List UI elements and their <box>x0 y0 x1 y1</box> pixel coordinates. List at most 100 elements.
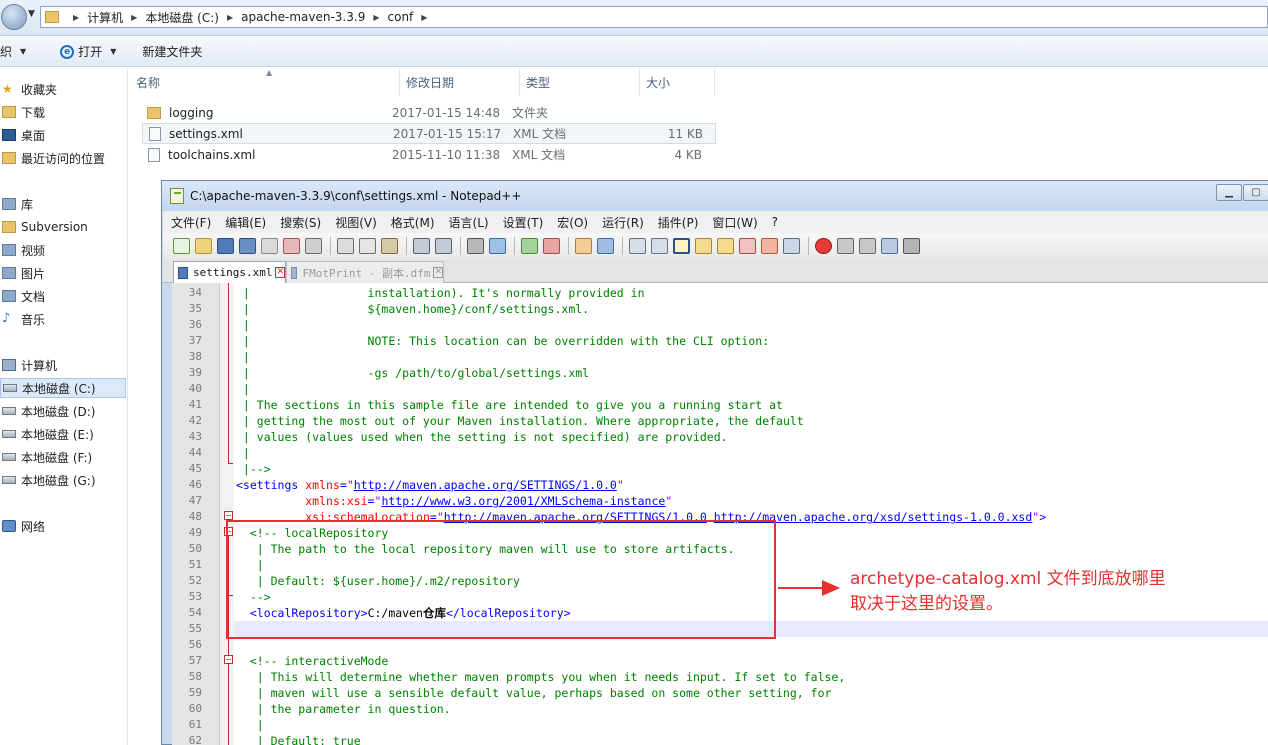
word-wrap-icon[interactable] <box>629 238 646 254</box>
fold-marker-icon[interactable]: − <box>224 511 233 520</box>
window-title-bar[interactable]: C:\apache-maven-3.3.9\conf\settings.xml … <box>162 181 1268 211</box>
nav-drive-g[interactable]: 本地磁盘 (G:) <box>0 470 126 490</box>
menu-window[interactable]: 窗口(W) <box>704 214 763 231</box>
code-line[interactable]: | <box>236 445 250 461</box>
code-line[interactable]: | The sections in this sample file are i… <box>236 397 783 413</box>
monitoring-icon[interactable] <box>783 238 800 254</box>
code-line[interactable]: xmlns:xsi= "http://www.w3.org/2001/XMLSch… <box>236 493 672 509</box>
nav-libraries[interactable]: 库 <box>0 194 126 214</box>
nav-recent[interactable]: 最近访问的位置 <box>0 148 126 168</box>
history-dropdown-icon[interactable]: ▼ <box>28 9 35 19</box>
breadcrumb-maven[interactable]: apache-maven-3.3.9 <box>241 10 365 24</box>
chevron-right-icon[interactable]: ▶ <box>227 13 233 22</box>
sync-vertical-icon[interactable] <box>575 238 592 254</box>
open-button[interactable]: e 打开 ▼ <box>60 43 116 60</box>
replace-icon[interactable] <box>489 238 506 254</box>
nav-music[interactable]: ♪ 音乐 <box>0 309 126 329</box>
nav-desktop[interactable]: 桌面 <box>0 125 126 145</box>
code-line[interactable]: |--> <box>236 461 271 477</box>
breadcrumb-conf[interactable]: conf <box>388 10 414 24</box>
code-line[interactable]: | <box>236 317 250 333</box>
copy-icon[interactable] <box>359 238 376 254</box>
close-file-icon[interactable] <box>261 238 278 254</box>
nav-drive-e[interactable]: 本地磁盘 (E:) <box>0 424 126 444</box>
run-macro-multiple-icon[interactable] <box>881 238 898 254</box>
redo-icon[interactable] <box>435 238 452 254</box>
cut-icon[interactable] <box>337 238 354 254</box>
save-all-icon[interactable] <box>239 238 256 254</box>
column-size[interactable]: 大小 <box>640 68 715 96</box>
nav-drive-d[interactable]: 本地磁盘 (D:) <box>0 401 126 421</box>
zoom-out-icon[interactable] <box>543 238 560 254</box>
code-line[interactable]: <settings xmlns="http://maven.apache.org… <box>236 477 624 493</box>
file-row-settings[interactable]: settings.xml 2017-01-15 15:17 XML 文档 11 … <box>142 123 716 144</box>
doc-map-icon[interactable] <box>717 238 734 254</box>
back-button[interactable] <box>1 4 27 30</box>
menu-plugins[interactable]: 插件(P) <box>650 214 705 231</box>
code-line[interactable]: | <box>236 381 250 397</box>
sync-horizontal-icon[interactable] <box>597 238 614 254</box>
zoom-in-icon[interactable] <box>521 238 538 254</box>
file-row-logging[interactable]: logging 2017-01-15 14:48 文件夹 <box>142 102 716 123</box>
menu-help[interactable]: ? <box>764 215 784 229</box>
organize-button[interactable]: 织 ▼ <box>0 43 26 60</box>
code-line[interactable]: | installation). It's normally provided … <box>236 285 645 301</box>
save-macro-icon[interactable] <box>903 238 920 254</box>
tab-fmotprint-dfm[interactable]: FMotPrint - 副本.dfm ✕ <box>286 261 444 283</box>
print-icon[interactable] <box>305 238 322 254</box>
new-folder-button[interactable]: 新建文件夹 <box>142 43 202 60</box>
menu-run[interactable]: 运行(R) <box>594 214 650 231</box>
column-date[interactable]: 修改日期 <box>400 68 520 96</box>
function-list-icon[interactable] <box>739 238 756 254</box>
menu-view[interactable]: 视图(V) <box>327 214 383 231</box>
maximize-button[interactable]: ▢ <box>1243 184 1268 201</box>
nav-videos[interactable]: 视频 <box>0 240 126 260</box>
nav-favorites[interactable]: ★ 收藏夹 <box>0 79 126 99</box>
nav-drive-f[interactable]: 本地磁盘 (F:) <box>0 447 126 467</box>
code-line[interactable]: | ${maven.home}/conf/settings.xml. <box>236 301 589 317</box>
nav-drive-c[interactable]: 本地磁盘 (C:) <box>0 378 126 398</box>
show-all-chars-icon[interactable] <box>651 238 668 254</box>
new-file-icon[interactable] <box>173 238 190 254</box>
column-name[interactable]: 名称 <box>130 68 400 96</box>
tab-settings-xml[interactable]: settings.xml ✕ <box>173 261 286 283</box>
find-icon[interactable] <box>467 238 484 254</box>
close-icon[interactable]: ✕ <box>275 267 285 278</box>
code-line[interactable]: | -gs /path/to/global/settings.xml <box>236 365 589 381</box>
folder-as-workspace-icon[interactable] <box>761 238 778 254</box>
code-line[interactable]: | This will determine whether maven prom… <box>236 669 846 685</box>
code-line[interactable]: <!-- interactiveMode <box>236 653 388 669</box>
breadcrumb-computer[interactable]: 计算机 <box>87 9 123 26</box>
chevron-right-icon[interactable]: ▶ <box>373 13 379 22</box>
play-macro-icon[interactable] <box>859 238 876 254</box>
code-line[interactable]: | the parameter in question. <box>236 701 451 717</box>
code-line[interactable]: | <box>236 349 250 365</box>
indent-guide-icon[interactable] <box>673 238 690 254</box>
user-language-icon[interactable] <box>695 238 712 254</box>
chevron-right-icon[interactable]: ▶ <box>73 13 79 22</box>
stop-macro-icon[interactable] <box>837 238 854 254</box>
code-line[interactable]: | <box>236 717 264 733</box>
menu-edit[interactable]: 编辑(E) <box>217 214 272 231</box>
code-line[interactable]: | getting the most out of your Maven ins… <box>236 413 804 429</box>
code-line[interactable]: | Default: true <box>236 733 361 745</box>
open-file-icon[interactable] <box>195 238 212 254</box>
code-line[interactable]: | values (values used when the setting i… <box>236 429 728 445</box>
chevron-right-icon[interactable]: ▶ <box>131 13 137 22</box>
paste-icon[interactable] <box>381 238 398 254</box>
chevron-right-icon[interactable]: ▶ <box>421 13 427 22</box>
nav-documents[interactable]: 文档 <box>0 286 126 306</box>
menu-language[interactable]: 语言(L) <box>441 214 495 231</box>
menu-settings[interactable]: 设置(T) <box>495 214 550 231</box>
code-editor[interactable]: − − − 34 | installation). It's normally … <box>172 283 1268 745</box>
close-all-icon[interactable] <box>283 238 300 254</box>
save-icon[interactable] <box>217 238 234 254</box>
menu-file[interactable]: 文件(F) <box>163 214 217 231</box>
fold-marker-icon[interactable]: − <box>224 655 233 664</box>
nav-pictures[interactable]: 图片 <box>0 263 126 283</box>
code-line[interactable]: | NOTE: This location can be overridden … <box>236 333 769 349</box>
breadcrumb-drive-c[interactable]: 本地磁盘 (C:) <box>145 9 219 26</box>
nav-subversion[interactable]: Subversion <box>0 217 126 237</box>
menu-search[interactable]: 搜索(S) <box>272 214 327 231</box>
close-icon[interactable]: ✕ <box>433 267 443 278</box>
